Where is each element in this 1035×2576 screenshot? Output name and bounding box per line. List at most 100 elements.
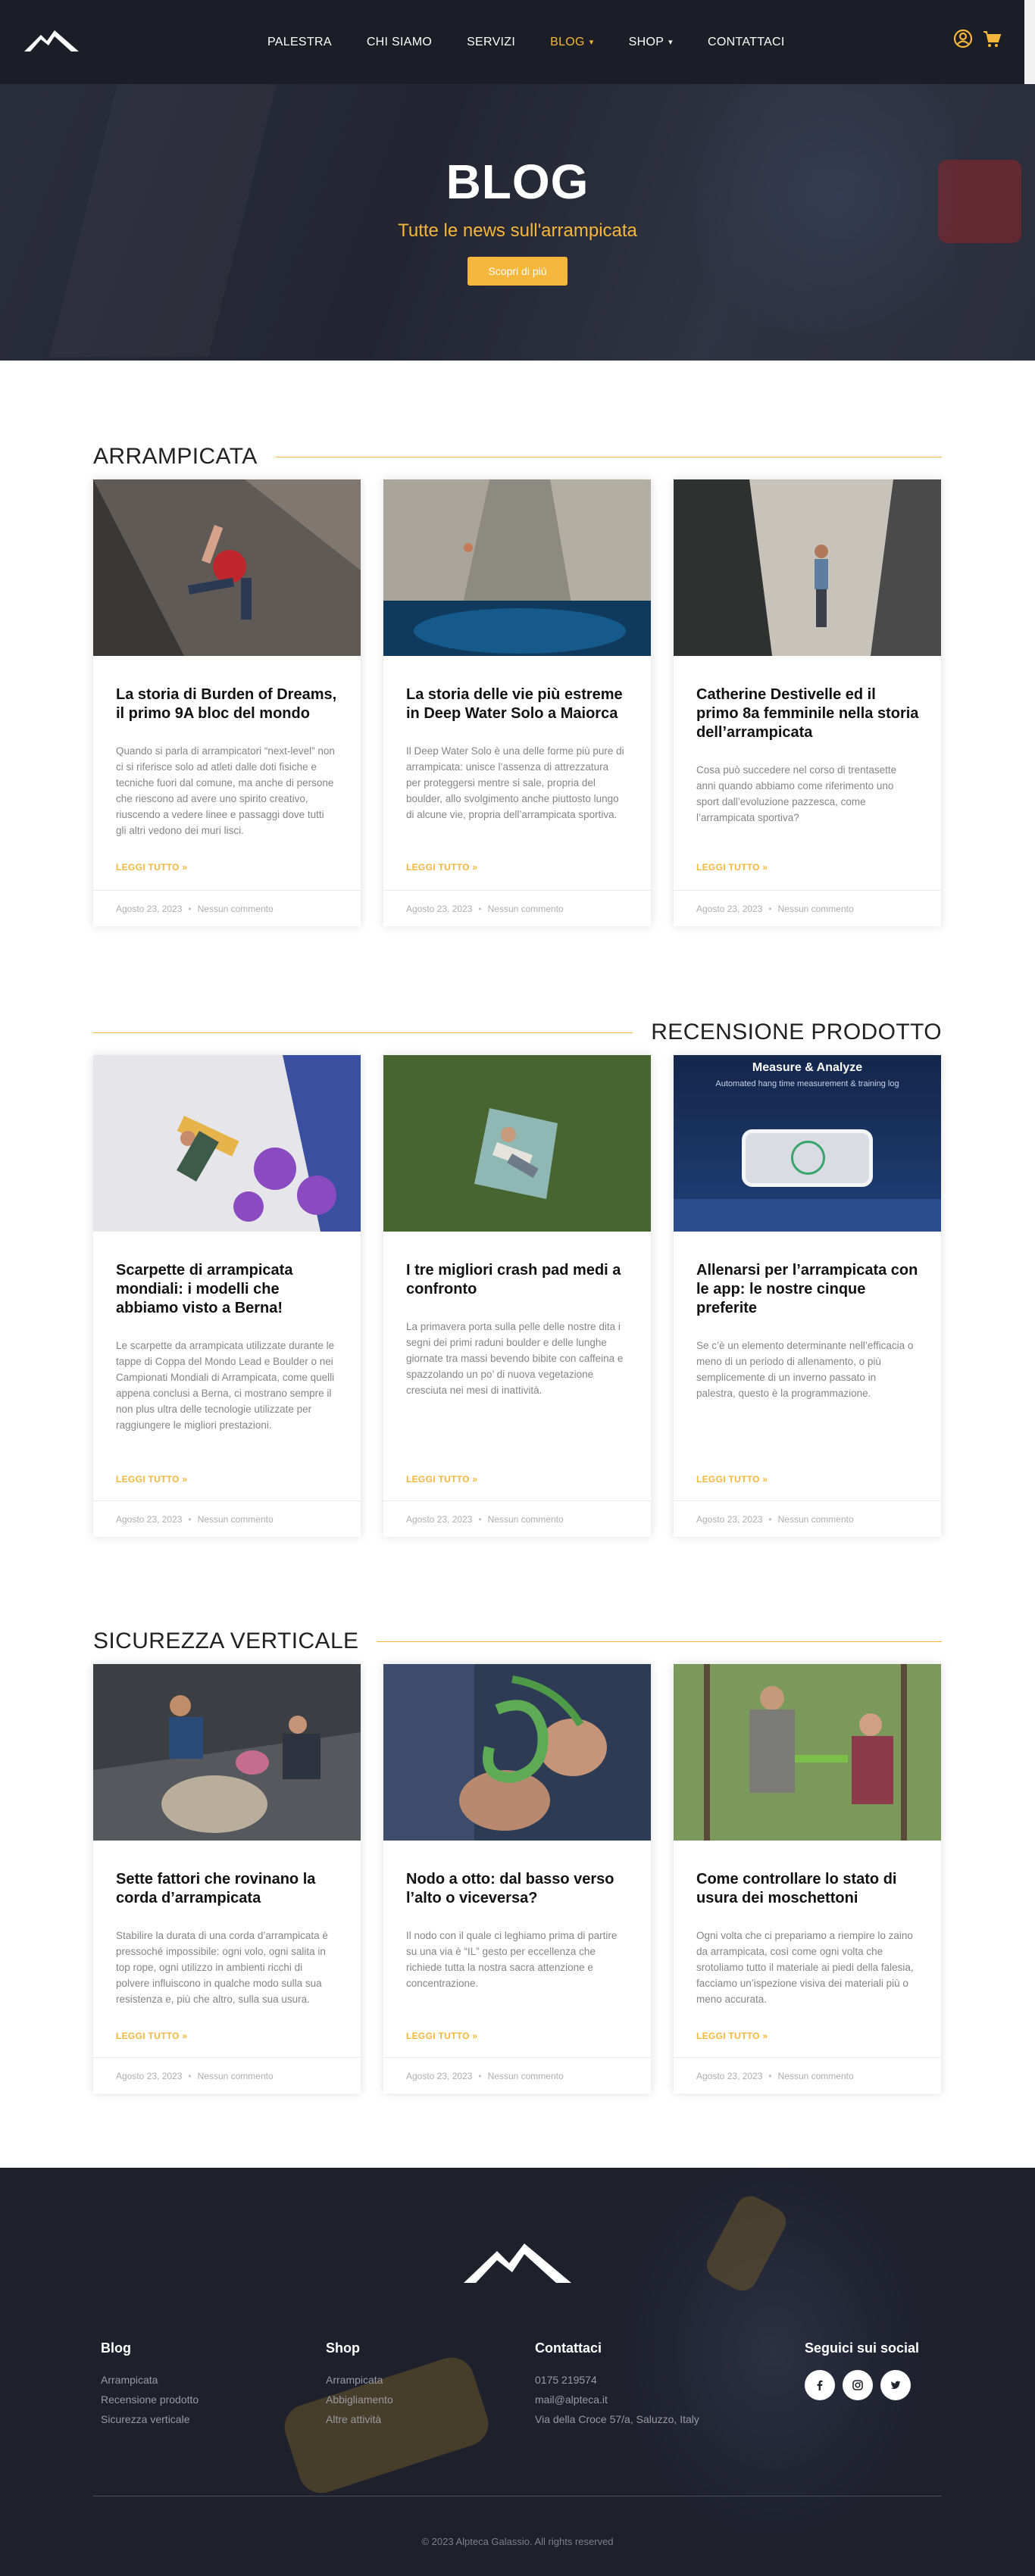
comment-count[interactable]: Nessun commento — [778, 1514, 854, 1525]
read-more-link[interactable]: LEGGI TUTTO » — [696, 1474, 768, 1485]
comment-count[interactable]: Nessun commento — [778, 2071, 854, 2081]
card-excerpt: La primavera porta sulla pelle delle nos… — [406, 1321, 624, 1396]
read-more-link[interactable]: LEGGI TUTTO » — [116, 862, 187, 873]
user-icon[interactable] — [953, 29, 973, 48]
nav-item-contattaci[interactable]: CONTATTACI — [690, 36, 802, 49]
footer-column-contacts: Contattaci 0175 219574 mail@alpteca.it V… — [535, 2340, 699, 2429]
comment-count[interactable]: Nessun commento — [198, 1514, 274, 1525]
twitter-icon[interactable] — [880, 2370, 911, 2400]
card-meta: Agosto 23, 2023 • Nessun commento — [674, 1500, 941, 1537]
blog-card[interactable]: Sette fattori che rovinano la corda d’ar… — [93, 1664, 361, 2094]
card-excerpt: Ogni volta che ci prepariamo a riempire … — [696, 1930, 914, 2005]
card-title[interactable]: Catherine Destivelle ed il primo 8a femm… — [696, 685, 920, 742]
site-footer: Blog Arrampicata Recensione prodotto Sic… — [0, 2168, 1035, 2576]
footer-link[interactable]: Arrampicata — [326, 2370, 393, 2390]
read-more-link[interactable]: LEGGI TUTTO » — [406, 1474, 477, 1485]
read-more-link[interactable]: LEGGI TUTTO » — [696, 2031, 768, 2041]
nav-item-shop[interactable]: SHOP ▾ — [611, 36, 690, 49]
footer-link[interactable]: Abbigliamento — [326, 2390, 393, 2409]
scrollbar[interactable] — [1024, 0, 1035, 84]
card-title[interactable]: Scarpette di arrampicata mondiali: i mod… — [116, 1261, 339, 1318]
footer-link[interactable]: Arrampicata — [101, 2370, 199, 2390]
card-image[interactable] — [383, 479, 651, 656]
nav-label: CHI SIAMO — [366, 35, 433, 48]
card-image[interactable] — [674, 479, 941, 656]
card-title[interactable]: La storia delle vie più estreme in Deep … — [406, 685, 630, 723]
card-image[interactable] — [93, 479, 361, 656]
blog-card[interactable]: Measure & Analyze Automated hang time me… — [674, 1055, 941, 1537]
mountain-logo-icon[interactable] — [24, 29, 79, 53]
blog-card[interactable]: Scarpette di arrampicata mondiali: i mod… — [93, 1055, 361, 1537]
card-title[interactable]: Allenarsi per l’arrampicata con le app: … — [696, 1261, 920, 1318]
footer-address: Via della Croce 57/a, Saluzzo, Italy — [535, 2413, 699, 2425]
main-nav: PALESTRA CHI SIAMO SERVIZI BLOG ▾ SHOP ▾ C… — [250, 0, 802, 84]
hero-banner: BLOG Tutte le news sull'arrampicata Scop… — [0, 84, 1035, 361]
nav-label: SHOP — [628, 35, 664, 48]
comment-count[interactable]: Nessun commento — [488, 2071, 564, 2081]
image-subheadline: Automated hang time measurement & traini… — [715, 1079, 899, 1088]
footer-link[interactable]: Recensione prodotto — [101, 2390, 199, 2409]
discover-more-button[interactable]: Scopri di più — [467, 257, 568, 286]
comment-count[interactable]: Nessun commento — [198, 904, 274, 914]
footer-link[interactable]: Altre attività — [326, 2409, 393, 2429]
device-illustration — [742, 1129, 873, 1187]
post-date: Agosto 23, 2023 — [406, 1513, 473, 1525]
header-icons — [953, 29, 1002, 48]
post-date: Agosto 23, 2023 — [696, 2070, 763, 2081]
comment-count[interactable]: Nessun commento — [778, 904, 854, 914]
chevron-down-icon: ▾ — [589, 38, 594, 47]
card-meta: Agosto 23, 2023 • Nessun commento — [93, 1500, 361, 1537]
card-image[interactable] — [93, 1055, 361, 1232]
blog-card[interactable]: La storia delle vie più estreme in Deep … — [383, 479, 651, 926]
footer-column-social: Seguici sui social — [805, 2340, 919, 2400]
card-image[interactable] — [93, 1664, 361, 1841]
read-more-link[interactable]: LEGGI TUTTO » — [696, 862, 768, 873]
footer-email[interactable]: mail@alpteca.it — [535, 2390, 699, 2409]
footer-link[interactable]: Sicurezza verticale — [101, 2409, 199, 2429]
card-title[interactable]: I tre migliori crash pad medi a confront… — [406, 1261, 630, 1299]
blog-card[interactable]: Nodo a otto: dal basso verso l’alto o vi… — [383, 1664, 651, 2094]
comment-count[interactable]: Nessun commento — [198, 2071, 274, 2081]
card-image[interactable] — [383, 1664, 651, 1841]
facebook-icon[interactable] — [805, 2370, 835, 2400]
nav-item-servizi[interactable]: SERVIZI — [449, 36, 533, 49]
separator-dot: • — [188, 1513, 192, 1525]
card-image[interactable] — [383, 1055, 651, 1232]
separator-dot: • — [188, 903, 192, 914]
footer-phone[interactable]: 0175 219574 — [535, 2370, 699, 2390]
card-title[interactable]: Nodo a otto: dal basso verso l’alto o vi… — [406, 1870, 630, 1908]
card-meta: Agosto 23, 2023 • Nessun commento — [383, 890, 651, 926]
card-title[interactable]: Come controllare lo stato di usura dei m… — [696, 1870, 920, 1908]
separator-dot: • — [768, 903, 772, 914]
read-more-link[interactable]: LEGGI TUTTO » — [406, 2031, 477, 2041]
card-image[interactable]: Measure & Analyze Automated hang time me… — [674, 1055, 941, 1232]
card-grid: Sette fattori che rovinano la corda d’ar… — [93, 1664, 942, 2094]
read-more-link[interactable]: LEGGI TUTTO » — [406, 862, 477, 873]
cart-icon[interactable] — [982, 29, 1002, 48]
chevron-down-icon: ▾ — [668, 38, 673, 47]
card-title[interactable]: Sette fattori che rovinano la corda d’ar… — [116, 1870, 339, 1908]
instagram-icon[interactable] — [843, 2370, 873, 2400]
card-image[interactable] — [674, 1664, 941, 1841]
read-more-link[interactable]: LEGGI TUTTO » — [116, 2031, 187, 2041]
blog-card[interactable]: Come controllare lo stato di usura dei m… — [674, 1664, 941, 2094]
nav-item-palestra[interactable]: PALESTRA — [250, 36, 349, 49]
comment-count[interactable]: Nessun commento — [488, 904, 564, 914]
card-excerpt: Il Deep Water Solo è una delle forme più… — [406, 745, 624, 820]
nav-label: PALESTRA — [267, 35, 332, 48]
nav-item-blog[interactable]: BLOG ▾ — [533, 36, 611, 49]
card-title[interactable]: La storia di Burden of Dreams, il primo … — [116, 685, 339, 723]
card-excerpt: Il nodo con il quale ci leghiamo prima d… — [406, 1930, 618, 1989]
comment-count[interactable]: Nessun commento — [488, 1514, 564, 1525]
footer-column-shop: Shop Arrampicata Abbigliamento Altre att… — [326, 2340, 393, 2429]
read-more-link[interactable]: LEGGI TUTTO » — [116, 1474, 187, 1485]
post-date: Agosto 23, 2023 — [406, 903, 473, 914]
card-excerpt: Se c’è un elemento determinante nell’eff… — [696, 1340, 914, 1399]
mountain-logo-icon[interactable] — [464, 2240, 571, 2286]
blog-card[interactable]: La storia di Burden of Dreams, il primo … — [93, 479, 361, 926]
blog-card[interactable]: I tre migliori crash pad medi a confront… — [383, 1055, 651, 1537]
nav-item-chi-siamo[interactable]: CHI SIAMO — [349, 36, 449, 49]
footer-heading: Contattaci — [535, 2340, 602, 2356]
section-title: SICUREZZA VERTICALE — [93, 1628, 359, 1653]
blog-card[interactable]: Catherine Destivelle ed il primo 8a femm… — [674, 479, 941, 926]
